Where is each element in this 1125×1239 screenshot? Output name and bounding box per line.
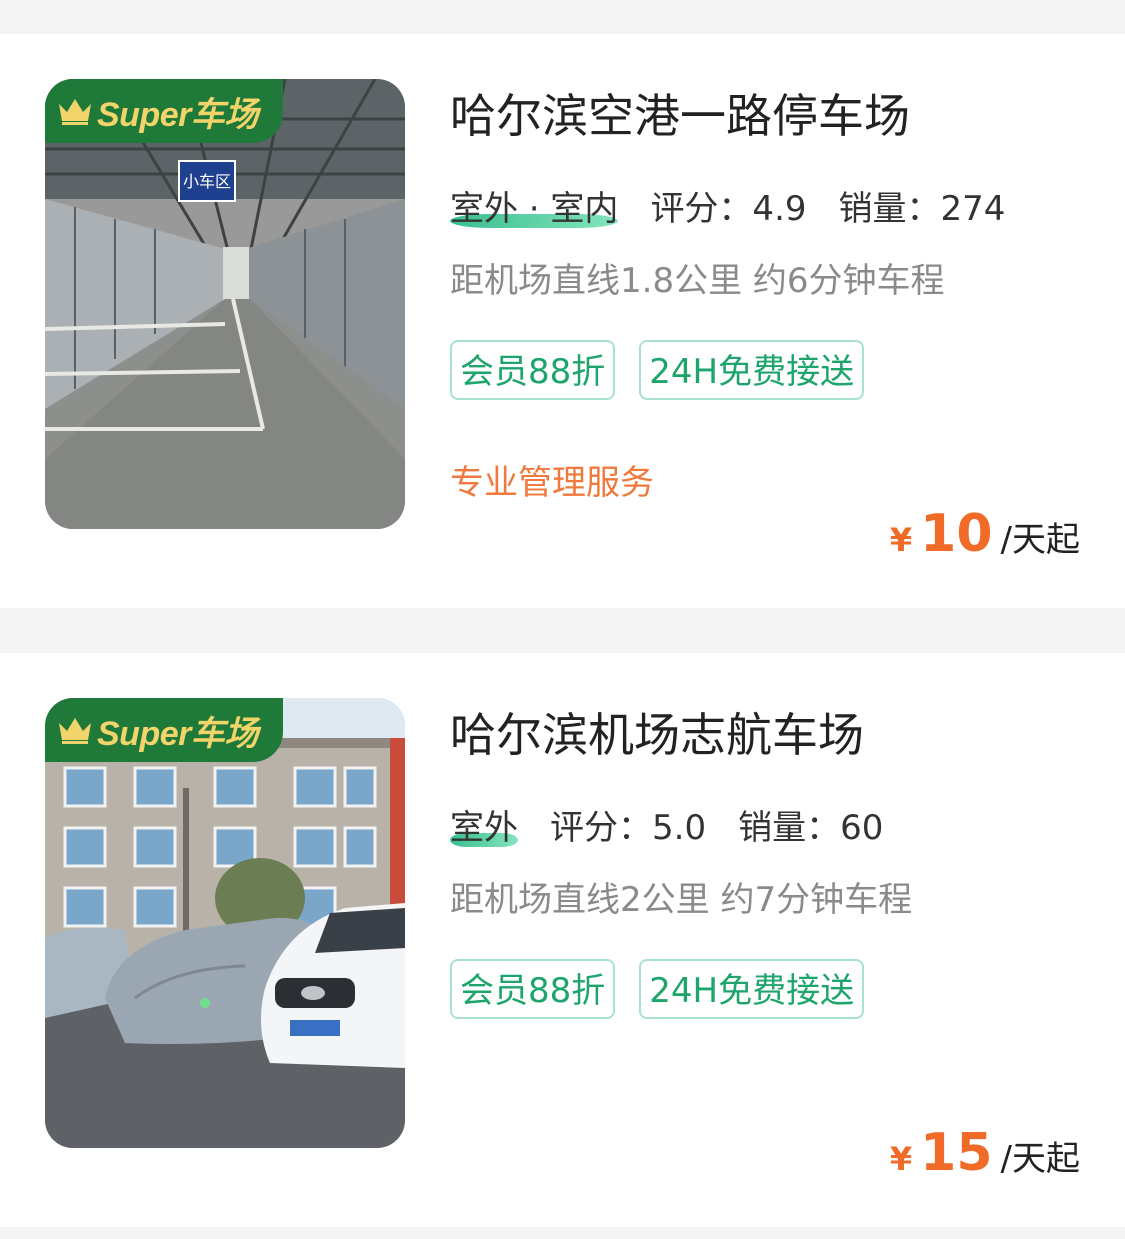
currency-symbol: ¥ (889, 521, 913, 559)
distance-info: 距机场直线1.8公里 约6分钟车程 (450, 261, 945, 301)
rating: 评分：5.0 (550, 808, 707, 848)
parking-garage-photo: 小车区 (45, 79, 405, 529)
outdoor-parking-photo (45, 698, 405, 1148)
price-unit: /天起 (1000, 1139, 1080, 1179)
super-badge-label: Super车场 (97, 95, 258, 134)
tag-list: 会员88折 24H免费接送 (450, 959, 888, 1019)
tag-free-shuttle: 24H免费接送 (639, 340, 865, 400)
parking-card[interactable]: Super车场 哈尔滨机场志航车场 室外 评分：5.0 销量：60 距机场直线2… (0, 653, 1125, 1227)
tag-member-discount: 会员88折 (450, 340, 616, 400)
parking-photo: 小车区 Super车场 (45, 79, 405, 529)
super-badge: Super车场 (45, 79, 283, 143)
parking-type: 室外 · 室内 (450, 189, 619, 229)
price-unit: /天起 (1000, 520, 1080, 560)
listing-title[interactable]: 哈尔滨空港一路停车场 (450, 86, 910, 146)
rating: 评分：4.9 (650, 189, 807, 229)
price-value: 15 (920, 1123, 993, 1183)
listing-title[interactable]: 哈尔滨机场志航车场 (450, 705, 864, 765)
listing-meta: 室外 · 室内 评分：4.9 销量：274 (450, 184, 1005, 234)
parking-type: 室外 (450, 808, 518, 848)
sign-text: 小车区 (183, 172, 231, 191)
sales-count: 销量：274 (838, 189, 1006, 229)
parking-card[interactable]: 小车区 Super车场 哈尔滨空港一路停车场 室外 · 室内 评分：4.9 销量… (0, 34, 1125, 608)
parking-list: 小车区 Super车场 哈尔滨空港一路停车场 室外 · 室内 评分：4.9 销量… (0, 0, 1125, 1239)
tag-free-shuttle: 24H免费接送 (639, 959, 865, 1019)
super-badge-label: Super车场 (97, 714, 258, 753)
crown-icon (59, 718, 91, 744)
price-value: 10 (920, 504, 993, 564)
price: ¥ 15 /天起 (890, 1123, 1080, 1183)
parking-photo: Super车场 (45, 698, 405, 1148)
currency-symbol: ¥ (889, 1140, 913, 1178)
sales-count: 销量：60 (738, 808, 884, 848)
tag-list: 会员88折 24H免费接送 (450, 340, 888, 400)
tag-member-discount: 会员88折 (450, 959, 616, 1019)
listing-meta: 室外 评分：5.0 销量：60 (450, 803, 883, 853)
super-badge: Super车场 (45, 698, 283, 762)
price: ¥ 10 /天起 (890, 504, 1080, 564)
distance-info: 距机场直线2公里 约7分钟车程 (450, 880, 913, 920)
promo-text: 专业管理服务 (450, 463, 654, 503)
crown-icon (59, 99, 91, 125)
